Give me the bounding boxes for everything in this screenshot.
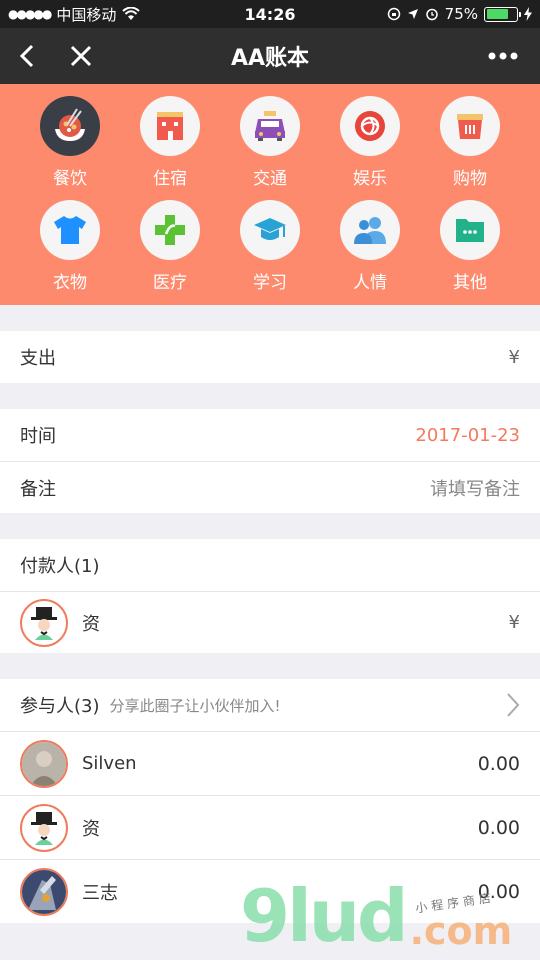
battery-percent: 75% — [444, 5, 478, 23]
category-label: 其他 — [453, 273, 487, 292]
category-panel: 餐饮 住宿 交通 娱乐 购物 衣物 医疗 学习 人情 其他 — [0, 84, 540, 305]
participant-row[interactable]: Silven 0.00 — [0, 731, 540, 795]
wifi-icon — [122, 7, 141, 20]
note-label: 备注 — [20, 478, 56, 500]
avatar-hat-man-icon — [31, 811, 57, 845]
avatar-hat-man-icon — [31, 606, 57, 640]
chevron-left-icon — [19, 44, 34, 68]
avatar-photo-icon — [22, 741, 66, 786]
expense-label: 支出 — [20, 348, 56, 369]
category-label: 娱乐 — [353, 169, 387, 188]
category-entertainment[interactable]: 娱乐 — [330, 96, 410, 200]
shopping-basket-icon — [457, 114, 483, 139]
expense-row[interactable]: 支出 ¥ — [0, 331, 540, 383]
category-label: 交通 — [253, 169, 287, 188]
category-label: 购物 — [453, 169, 487, 188]
more-dots-icon — [488, 52, 518, 60]
avatar-robot-photo-icon — [22, 869, 66, 914]
participant-row[interactable]: 三志 0.00 — [0, 859, 540, 923]
payers-header: 付款人(1) — [0, 539, 540, 591]
category-label: 学习 — [253, 273, 287, 292]
time-label: 时间 — [20, 426, 56, 447]
avatar — [20, 739, 68, 788]
charging-bolt-icon — [524, 7, 532, 21]
category-lodging[interactable]: 住宿 — [130, 96, 210, 200]
payer-row[interactable]: 资 ¥ — [0, 591, 540, 653]
expense-amount-field[interactable]: ¥ — [509, 347, 520, 368]
participant-name: 三志 — [82, 882, 118, 904]
participant-amount[interactable]: 0.00 — [478, 881, 520, 903]
graduation-cap-icon — [254, 218, 286, 240]
participant-amount[interactable]: 0.00 — [478, 817, 520, 839]
payer-name: 资 — [82, 613, 100, 635]
category-social[interactable]: 人情 — [330, 200, 410, 304]
lock-rotation-icon — [387, 7, 400, 21]
close-icon — [70, 45, 92, 67]
date-value[interactable]: 2017-01-23 — [415, 425, 520, 446]
share-hint: 分享此圈子让小伙伴加入! — [109, 696, 281, 715]
participant-amount[interactable]: 0.00 — [478, 753, 520, 775]
payers-label: 付款人(1) — [20, 556, 100, 577]
status-bar: ●●●●● 中国移动 14:26 75% — [0, 0, 540, 28]
category-other[interactable]: 其他 — [430, 200, 510, 304]
participant-name: Silven — [82, 753, 137, 774]
payer-amount-field[interactable]: ¥ — [509, 612, 520, 633]
note-row[interactable]: 备注 请填写备注 — [0, 461, 540, 513]
more-button[interactable] — [476, 28, 530, 84]
signal-strength-icon: ●●●●● — [8, 7, 52, 21]
category-study[interactable]: 学习 — [230, 200, 310, 304]
category-label: 住宿 — [153, 169, 187, 188]
location-arrow-icon — [407, 9, 418, 19]
category-label: 医疗 — [153, 273, 187, 292]
category-label: 人情 — [353, 273, 387, 292]
avatar — [20, 598, 68, 647]
category-label: 餐饮 — [53, 169, 87, 188]
avatar — [20, 803, 68, 852]
people-icon — [354, 217, 386, 244]
tshirt-icon — [54, 216, 86, 244]
category-shopping[interactable]: 购物 — [430, 96, 510, 200]
food-bowl-icon — [55, 108, 85, 141]
close-button[interactable] — [54, 28, 108, 84]
medical-cross-icon — [155, 215, 185, 245]
battery-icon — [484, 6, 521, 22]
category-food[interactable]: 餐饮 — [30, 96, 110, 200]
category-medical[interactable]: 医疗 — [130, 200, 210, 304]
nav-bar: AA账本 — [0, 28, 540, 84]
avatar — [20, 867, 68, 916]
entertainment-icon — [355, 111, 385, 141]
participants-label: 参与人(3) — [20, 696, 100, 717]
back-button[interactable] — [0, 28, 54, 84]
taxi-icon — [255, 111, 285, 141]
category-clothing[interactable]: 衣物 — [30, 200, 110, 304]
category-label: 衣物 — [53, 273, 87, 292]
folder-icon — [456, 219, 484, 242]
chevron-right-icon — [507, 693, 520, 717]
participant-row[interactable]: 资 0.00 — [0, 795, 540, 859]
alarm-icon — [425, 8, 438, 21]
note-input[interactable]: 请填写备注 — [430, 475, 520, 501]
category-transport[interactable]: 交通 — [230, 96, 310, 200]
participants-header[interactable]: 参与人(3) 分享此圈子让小伙伴加入! — [0, 679, 540, 731]
hotel-icon — [157, 112, 183, 140]
carrier-name: 中国移动 — [56, 5, 117, 24]
battery-fill — [486, 9, 509, 19]
time-row[interactable]: 时间 2017-01-23 — [0, 409, 540, 461]
participant-name: 资 — [82, 818, 100, 840]
